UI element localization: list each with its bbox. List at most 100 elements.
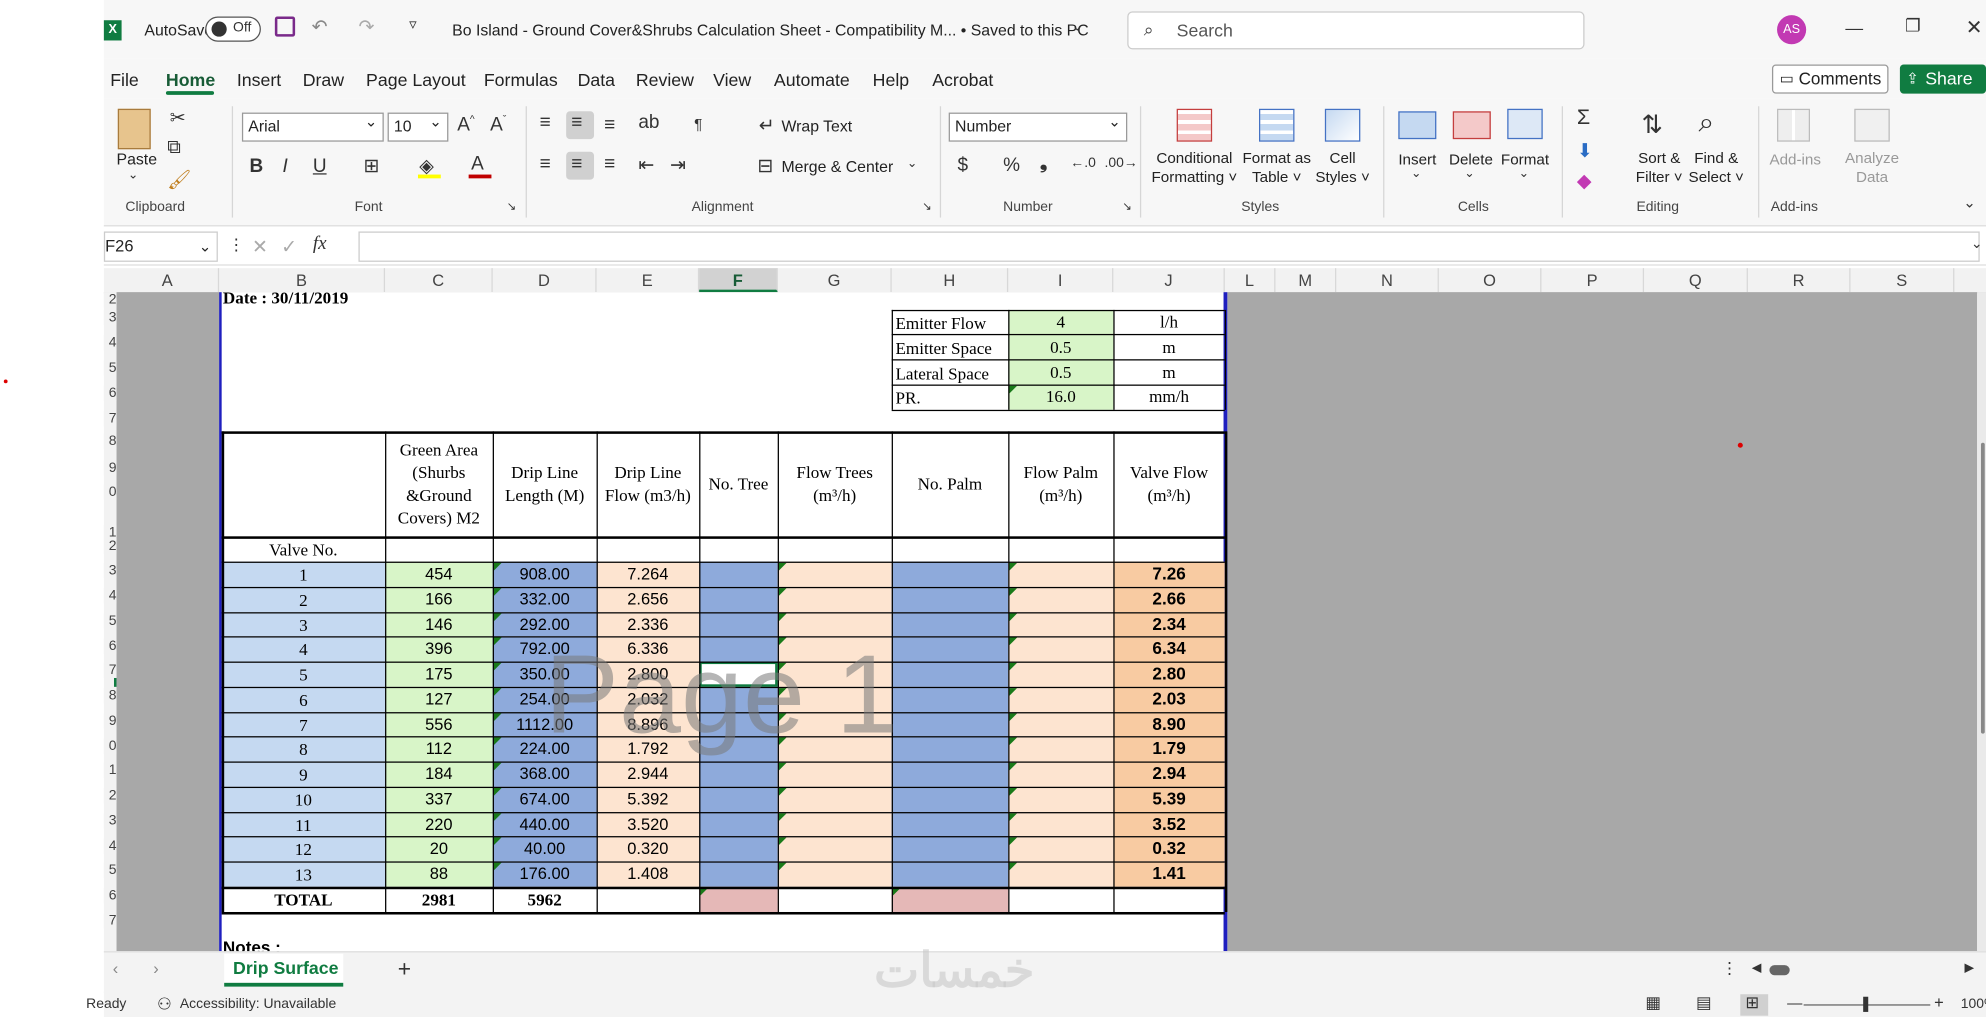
cell-fill[interactable] xyxy=(777,561,892,587)
row-number[interactable]: 9 xyxy=(103,713,117,729)
cell-fill[interactable] xyxy=(777,786,892,812)
sheet-tab-drip-surface[interactable]: Drip Surface xyxy=(224,953,344,987)
document-title[interactable]: Bo Island - Ground Cover&Shrubs Calculat… xyxy=(452,22,1089,40)
bold-icon[interactable]: B xyxy=(250,156,264,178)
column-header[interactable]: Q xyxy=(1644,268,1748,293)
drip-flow-value[interactable]: 2.656 xyxy=(597,587,700,612)
cell-fill[interactable] xyxy=(777,586,892,612)
drip-length-value[interactable]: 176.00 xyxy=(493,861,597,886)
copy-icon[interactable]: ⧉ xyxy=(167,137,181,159)
cell-fill[interactable] xyxy=(891,736,1009,762)
column-header[interactable]: O xyxy=(1439,268,1542,293)
cell-fill[interactable] xyxy=(1008,561,1114,587)
row-number[interactable]: 4 xyxy=(103,588,117,604)
tab-page-layout[interactable]: Page Layout xyxy=(366,70,466,90)
title-chevron-icon[interactable]: ⌄ xyxy=(1072,18,1084,34)
valve-number[interactable]: 8 xyxy=(222,736,385,761)
cell-styles-button[interactable]: Cell Styles ˅ xyxy=(1312,149,1373,187)
valve-number[interactable]: 10 xyxy=(222,786,385,811)
tab-home[interactable]: Home xyxy=(166,70,215,90)
row-number[interactable]: 1 xyxy=(103,762,117,778)
percent-icon[interactable]: % xyxy=(1003,154,1020,176)
cell-fill[interactable] xyxy=(699,761,778,787)
alignment-launcher-icon[interactable]: ↘ xyxy=(922,200,932,214)
tab-formulas[interactable]: Formulas xyxy=(484,70,558,90)
row-number[interactable]: 4 xyxy=(103,335,117,351)
cell-fill[interactable] xyxy=(699,836,778,862)
green-area-value[interactable]: 396 xyxy=(385,637,493,662)
row-number[interactable]: 7 xyxy=(103,913,117,929)
cell-fill[interactable] xyxy=(699,811,778,837)
valve-number[interactable]: 13 xyxy=(222,861,385,886)
valve-flow-value[interactable]: 7.26 xyxy=(1113,562,1224,587)
analyze-data-icon[interactable] xyxy=(1854,108,1890,142)
row-number[interactable]: 5 xyxy=(103,360,117,376)
merge-chevron-icon[interactable]: ⌄ xyxy=(907,157,918,171)
cell-fill[interactable] xyxy=(1008,611,1114,637)
header-drip-length[interactable]: Drip Line Length (M) xyxy=(493,431,597,536)
scroll-left-icon[interactable]: ◀ xyxy=(1752,961,1762,975)
decrease-font-icon[interactable]: Aˇ xyxy=(490,114,506,136)
param-label[interactable]: Emitter Space xyxy=(895,336,1006,361)
valve-number[interactable]: 12 xyxy=(222,836,385,861)
valve-number[interactable]: 9 xyxy=(222,761,385,786)
column-header[interactable]: S xyxy=(1851,268,1955,293)
cell-fill[interactable] xyxy=(891,611,1009,637)
sort-filter-button[interactable]: Sort & Filter ˅ xyxy=(1629,149,1690,187)
row-number[interactable]: 0 xyxy=(103,738,117,754)
drip-flow-value[interactable]: 1.408 xyxy=(597,861,700,886)
green-area-value[interactable]: 146 xyxy=(385,612,493,637)
tab-data[interactable]: Data xyxy=(578,70,615,90)
tab-review[interactable]: Review xyxy=(636,70,694,90)
drip-length-value[interactable]: 908.00 xyxy=(493,562,597,587)
comments-button[interactable]: ▭ Comments xyxy=(1771,64,1889,94)
find-select-button[interactable]: Find & Select ˅ xyxy=(1685,149,1748,187)
drip-flow-value[interactable]: 3.520 xyxy=(597,811,700,836)
header-flow-palm[interactable]: Flow Palm (m³/h) xyxy=(1008,431,1113,536)
confirm-entry-icon[interactable]: ✓ xyxy=(281,235,297,259)
column-header[interactable]: E xyxy=(597,268,700,293)
row-number[interactable]: 6 xyxy=(103,638,117,654)
param-value[interactable]: 0.5 xyxy=(1008,360,1114,386)
zoom-slider-thumb[interactable] xyxy=(1863,996,1869,1012)
cell-fill[interactable] xyxy=(1008,711,1114,737)
param-label[interactable]: PR. xyxy=(895,386,1006,411)
cell-fill[interactable] xyxy=(891,686,1009,712)
cell-fill[interactable] xyxy=(777,811,892,837)
increase-font-icon[interactable]: A^ xyxy=(457,114,474,136)
column-header-selected[interactable]: F xyxy=(699,268,778,293)
row-number[interactable]: 2 xyxy=(103,538,117,555)
green-area-value[interactable]: 454 xyxy=(385,562,493,587)
valve-flow-value[interactable]: 2.94 xyxy=(1113,761,1224,786)
redo-icon[interactable]: ↷ xyxy=(358,15,374,38)
column-header[interactable]: L xyxy=(1225,268,1276,293)
decrease-decimal-icon[interactable]: .00→ xyxy=(1104,156,1137,171)
scrollbar-thumb[interactable] xyxy=(1980,442,1985,734)
underline-icon[interactable]: U xyxy=(313,156,327,178)
paste-chevron-icon[interactable]: ⌄ xyxy=(128,168,139,182)
cancel-entry-icon[interactable]: ✕ xyxy=(252,235,268,259)
valve-no-label[interactable]: Valve No. xyxy=(222,538,385,562)
add-ins-button[interactable]: Add-ins xyxy=(1769,151,1821,170)
insert-function-icon[interactable]: fx xyxy=(313,234,327,256)
green-area-value[interactable]: 175 xyxy=(385,662,493,687)
row-number[interactable]: 7 xyxy=(103,411,117,427)
tab-automate[interactable]: Automate xyxy=(774,70,850,90)
undo-icon[interactable]: ↶ xyxy=(312,15,328,38)
cut-icon[interactable]: ✂ xyxy=(170,106,186,130)
merge-center-icon[interactable]: ⊟ xyxy=(757,154,773,178)
total-length[interactable]: 5962 xyxy=(493,886,597,911)
header-green-area[interactable]: Green Area (Shurbs &Ground Covers) M2 xyxy=(385,431,493,536)
cell-styles-icon[interactable] xyxy=(1324,108,1361,142)
orientation-icon[interactable]: ab xyxy=(638,111,659,133)
tab-file[interactable]: File xyxy=(110,70,139,90)
align-top-icon[interactable]: ≡ xyxy=(540,111,551,133)
header-no-tree[interactable]: No. Tree xyxy=(699,431,778,536)
font-name-select[interactable]: Arial xyxy=(241,109,384,142)
valve-flow-value[interactable]: 5.39 xyxy=(1113,786,1224,811)
cell-fill[interactable] xyxy=(699,586,778,612)
cell-fill[interactable] xyxy=(1008,836,1114,862)
column-header[interactable]: G xyxy=(778,268,892,293)
align-right-icon[interactable]: ≡ xyxy=(604,153,615,175)
valve-flow-value[interactable]: 2.34 xyxy=(1113,612,1224,637)
